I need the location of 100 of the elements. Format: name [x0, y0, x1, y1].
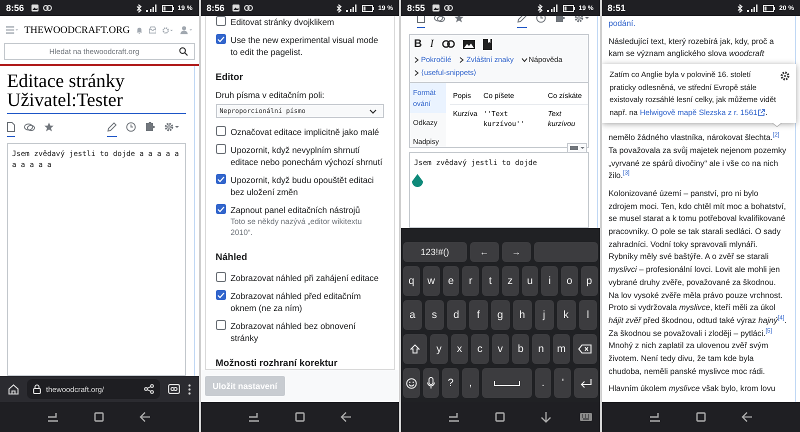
keyboard-key[interactable]: b: [512, 334, 530, 364]
page-icon[interactable]: [7, 122, 15, 132]
space-key[interactable]: [482, 368, 532, 398]
home-icon[interactable]: [495, 412, 506, 422]
checkbox-label[interactable]: Upozornit, když nevyplním shrnutí editace nebo ponechám výchozí shrnutí: [230, 144, 384, 168]
keyboard-key[interactable]: c: [471, 334, 489, 364]
checkbox-label[interactable]: Upozornit, když budu opouštět editaci bez uložení změn: [230, 174, 384, 198]
keyboard-icon[interactable]: [580, 413, 592, 421]
gear-dropdown-icon[interactable]: [162, 24, 174, 36]
keyboard-key[interactable]: e: [442, 266, 460, 296]
checkbox-label[interactable]: Označovat editace implicitně jako malé: [230, 126, 380, 138]
keyboard-key[interactable]: ?: [442, 368, 460, 398]
text-cursor-handle[interactable]: [411, 174, 424, 188]
keyboard-dropdown-icon[interactable]: [566, 143, 586, 153]
link-icon[interactable]: [442, 40, 455, 48]
home-icon[interactable]: [294, 412, 305, 422]
bold-button[interactable]: B: [414, 38, 422, 50]
menu-icon[interactable]: [6, 24, 18, 36]
keyboard-key[interactable]: z: [502, 266, 518, 296]
keyboard-key[interactable]: j: [534, 300, 554, 330]
checkbox-label[interactable]: Use the new experimental visual mode to edit the pagelist.: [230, 34, 384, 58]
pencil-icon[interactable]: [517, 16, 527, 23]
keyboard-key[interactable]: f: [468, 300, 488, 330]
checkbox[interactable]: [216, 34, 226, 44]
site-logo[interactable]: THEWOODCRAFT.ORG: [24, 24, 130, 36]
puzzle-icon[interactable]: [145, 122, 155, 132]
page-icon[interactable]: [417, 16, 425, 23]
home-icon[interactable]: [696, 412, 706, 422]
star-icon[interactable]: [454, 16, 464, 23]
hide-keyboard-icon[interactable]: [540, 411, 552, 423]
checkbox-label[interactable]: Editovat stránky dvojklikem: [230, 16, 334, 28]
clock-icon[interactable]: [536, 16, 546, 23]
page-tab[interactable]: [7, 122, 15, 137]
checkbox[interactable]: [216, 320, 226, 330]
tray-icon[interactable]: [148, 25, 156, 35]
back-icon[interactable]: [340, 411, 352, 423]
recent-apps-icon[interactable]: [448, 412, 460, 422]
checkbox[interactable]: [216, 174, 226, 184]
checkbox[interactable]: [216, 204, 226, 214]
keyboard-key[interactable]: ,: [462, 368, 479, 398]
checkbox[interactable]: [216, 272, 226, 282]
back-icon[interactable]: [139, 411, 152, 423]
keyboard-key[interactable]: d: [446, 300, 466, 330]
tabs-icon[interactable]: [168, 384, 180, 394]
italic-button[interactable]: I: [430, 38, 434, 50]
article-link[interactable]: podání.: [608, 18, 787, 31]
checkbox[interactable]: [216, 126, 226, 136]
keyboard-key[interactable]: x: [450, 334, 468, 364]
home-icon[interactable]: [94, 412, 104, 422]
keyboard-key[interactable]: ←: [470, 242, 499, 262]
keyboard-key[interactable]: →: [502, 242, 531, 262]
back-icon[interactable]: [740, 411, 753, 423]
voice-key[interactable]: [422, 368, 440, 398]
keyboard-key[interactable]: s: [424, 300, 444, 330]
keyboard-key[interactable]: 123!#(): [403, 242, 467, 262]
recent-apps-icon[interactable]: [47, 412, 60, 422]
keyboard-key[interactable]: l: [578, 300, 598, 330]
user-dropdown-icon[interactable]: [180, 24, 192, 36]
image-icon[interactable]: [462, 40, 475, 48]
search-icon[interactable]: [178, 47, 188, 56]
keyboard-key[interactable]: q: [403, 266, 420, 296]
pencil-icon[interactable]: [107, 122, 117, 132]
page-tab[interactable]: [517, 16, 527, 28]
settings-icon[interactable]: [780, 71, 790, 81]
keyboard-key[interactable]: g: [490, 300, 510, 330]
keyboard-key[interactable]: w: [422, 266, 440, 296]
checkbox[interactable]: [216, 290, 226, 300]
page-tab[interactable]: [107, 122, 117, 137]
keyboard-key[interactable]: r: [462, 266, 479, 296]
keyboard-key[interactable]: v: [492, 334, 509, 364]
keyboard-key[interactable]: .: [534, 368, 552, 398]
emoji-key[interactable]: [403, 368, 420, 398]
puzzle-icon[interactable]: [555, 16, 565, 23]
more-menu-icon[interactable]: [188, 384, 190, 394]
keyboard-key[interactable]: n: [532, 334, 550, 364]
keyboard-key[interactable]: u: [522, 266, 538, 296]
checkbox-label[interactable]: Zobrazovat náhled při zahájení editace: [230, 272, 379, 284]
keyboard-key[interactable]: k: [556, 300, 576, 330]
speech-bubbles-icon[interactable]: [24, 122, 35, 132]
keyboard-key[interactable]: t: [482, 266, 499, 296]
gear-dropdown-icon[interactable]: [164, 122, 180, 132]
shift-key[interactable]: [403, 334, 428, 364]
checkbox-label[interactable]: Zapnout panel editačních nástrojů: [230, 204, 384, 216]
clock-icon[interactable]: [126, 122, 136, 132]
book-icon[interactable]: [482, 38, 492, 50]
recent-apps-icon[interactable]: [248, 412, 260, 422]
checkbox[interactable]: [216, 144, 226, 154]
keyboard-key[interactable]: a: [403, 300, 422, 330]
checkbox-label[interactable]: Zobrazovat náhled bez obnovení stránky: [230, 320, 384, 344]
page-tab[interactable]: [417, 16, 425, 28]
keyboard-key[interactable]: i: [541, 266, 558, 296]
keyboard-key[interactable]: m: [552, 334, 570, 364]
speech-bubbles-icon[interactable]: [434, 16, 445, 23]
keyboard-key[interactable]: h: [512, 300, 532, 330]
backspace-key[interactable]: [573, 334, 598, 364]
keyboard-key[interactable]: y: [430, 334, 448, 364]
checkbox-label[interactable]: Zobrazovat náhled před editačním oknem (ne za ním): [230, 290, 384, 314]
keyboard-key[interactable]: p: [580, 266, 598, 296]
share-icon[interactable]: [144, 384, 154, 394]
star-icon[interactable]: [44, 122, 54, 132]
